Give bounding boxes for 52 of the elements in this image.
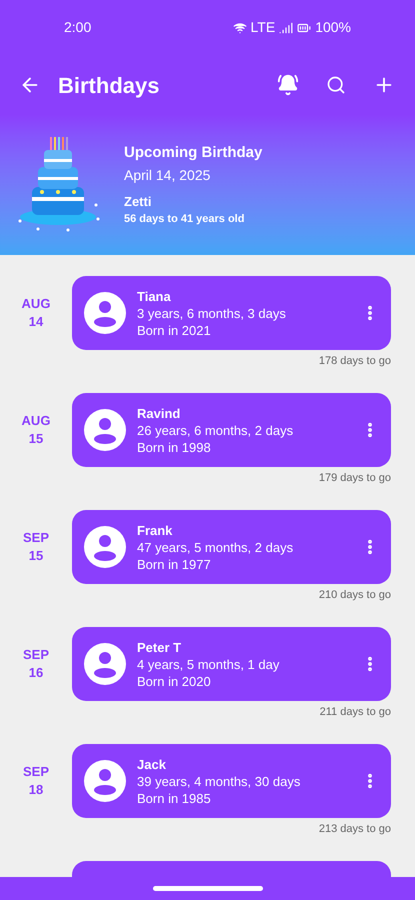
person-name: Jack <box>137 756 167 772</box>
countdown-text: 210 days to go <box>318 588 391 603</box>
birth-year: Born in 1998 <box>137 438 212 456</box>
birthday-month: SEP <box>22 763 49 781</box>
banner-heading: Upcoming Birthday <box>124 143 262 164</box>
person-name: Frank <box>137 522 174 538</box>
battery-level: 100% <box>315 18 351 37</box>
person-avatar-icon <box>84 526 126 568</box>
birthday-month: SEP <box>22 646 49 664</box>
person-name: Peter T <box>137 638 182 656</box>
birthday-day: 15 <box>28 430 44 448</box>
bell-icon[interactable] <box>275 72 301 98</box>
banner-name: Zetti <box>124 192 152 211</box>
age-text: 47 years, 5 months, 2 days <box>137 538 294 556</box>
birthday-day: 15 <box>28 547 44 565</box>
birthday-card[interactable]: Jack 39 years, 4 months, 30 days Born in 1985 <box>72 744 391 818</box>
birthday-day: 18 <box>28 781 44 799</box>
birth-year: Born in 1977 <box>137 556 212 572</box>
person-avatar-icon <box>84 760 126 802</box>
person-avatar-icon <box>84 409 126 451</box>
birthday-card[interactable]: Tiana 3 years, 6 months, 3 days Born in 2021 <box>72 276 391 350</box>
wifi-icon <box>232 20 247 34</box>
birthday-month: AUG <box>22 295 50 313</box>
person-avatar-icon <box>84 643 126 685</box>
birth-year: Born in 1985 <box>137 790 212 806</box>
birthday-day: 14 <box>28 313 44 331</box>
birthday-card[interactable]: Frank 47 years, 5 months, 2 days Born in 1977 <box>72 510 391 584</box>
age-text: 26 years, 6 months, 2 days <box>137 422 294 438</box>
banner-date: April 14, 2025 <box>124 166 212 185</box>
banner-detail: 56 days to 41 years old <box>124 212 246 228</box>
screen-title: Birthdays <box>58 72 160 100</box>
countdown-text: 178 days to go <box>318 354 391 369</box>
birthday-card[interactable]: Peter T 4 years, 5 months, 1 day Born in 2020 <box>72 627 391 701</box>
countdown-text: 213 days to go <box>318 822 391 837</box>
age-text: 39 years, 4 months, 30 days <box>137 772 302 790</box>
person-name: Tiana <box>137 288 172 304</box>
countdown-text: 211 days to go <box>320 705 391 720</box>
countdown-text: 179 days to go <box>318 471 391 486</box>
birthday-card[interactable]: Ravind 26 years, 6 months, 2 days Born in 1998 <box>72 393 391 467</box>
network-label: LTE <box>250 18 276 37</box>
birthday-month: AUG <box>22 412 50 430</box>
age-text: 4 years, 5 months, 1 day <box>137 656 280 672</box>
birth-year: Born in 2021 <box>137 322 212 338</box>
birthday-day: 16 <box>28 664 44 682</box>
age-text: 3 years, 6 months, 3 days <box>137 304 287 322</box>
person-avatar-icon <box>84 292 126 334</box>
signal-icon <box>279 20 294 34</box>
birth-year: Born in 2020 <box>137 672 212 690</box>
clock-time: 2:00 <box>64 18 92 37</box>
birthday-month: SEP <box>22 529 49 547</box>
home-handle[interactable] <box>152 886 262 891</box>
person-name: Ravind <box>137 404 182 422</box>
